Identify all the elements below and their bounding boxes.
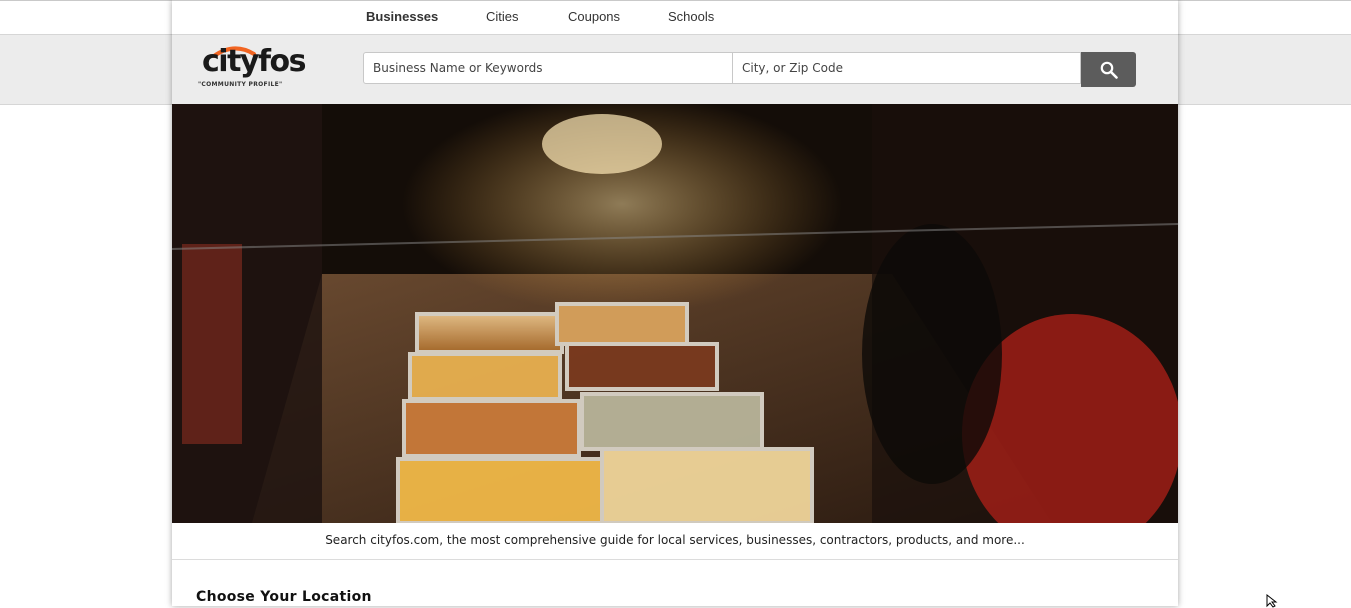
page-container: Businesses Cities Coupons Schools cityfo… — [172, 0, 1178, 606]
location-search-input[interactable] — [732, 52, 1081, 84]
nav-coupons-link[interactable]: Coupons — [568, 9, 620, 24]
location-section: Choose Your Location — [172, 560, 1178, 606]
site-header: cityfos "COMMUNITY PROFILE" — [172, 35, 1178, 103]
section-title: Choose Your Location — [196, 589, 372, 605]
hero-image — [172, 104, 1178, 523]
hero-caption: Search cityfos.com, the most comprehensi… — [172, 523, 1178, 560]
logo-tagline: "COMMUNITY PROFILE" — [198, 81, 283, 88]
logo-wordmark: cityfos — [202, 44, 306, 79]
keyword-search-input[interactable] — [363, 52, 733, 84]
nav-schools-link[interactable]: Schools — [668, 9, 714, 24]
search-bar — [363, 52, 1136, 87]
cityfos-logo[interactable]: cityfos "COMMUNITY PROFILE" — [196, 47, 326, 91]
search-icon — [1100, 61, 1118, 79]
top-nav: Businesses Cities Coupons Schools — [172, 1, 1178, 35]
nav-cities-link[interactable]: Cities — [486, 9, 519, 24]
nav-businesses-link[interactable]: Businesses — [366, 9, 438, 24]
search-button[interactable] — [1081, 52, 1136, 87]
buffet-photo — [172, 104, 1178, 523]
